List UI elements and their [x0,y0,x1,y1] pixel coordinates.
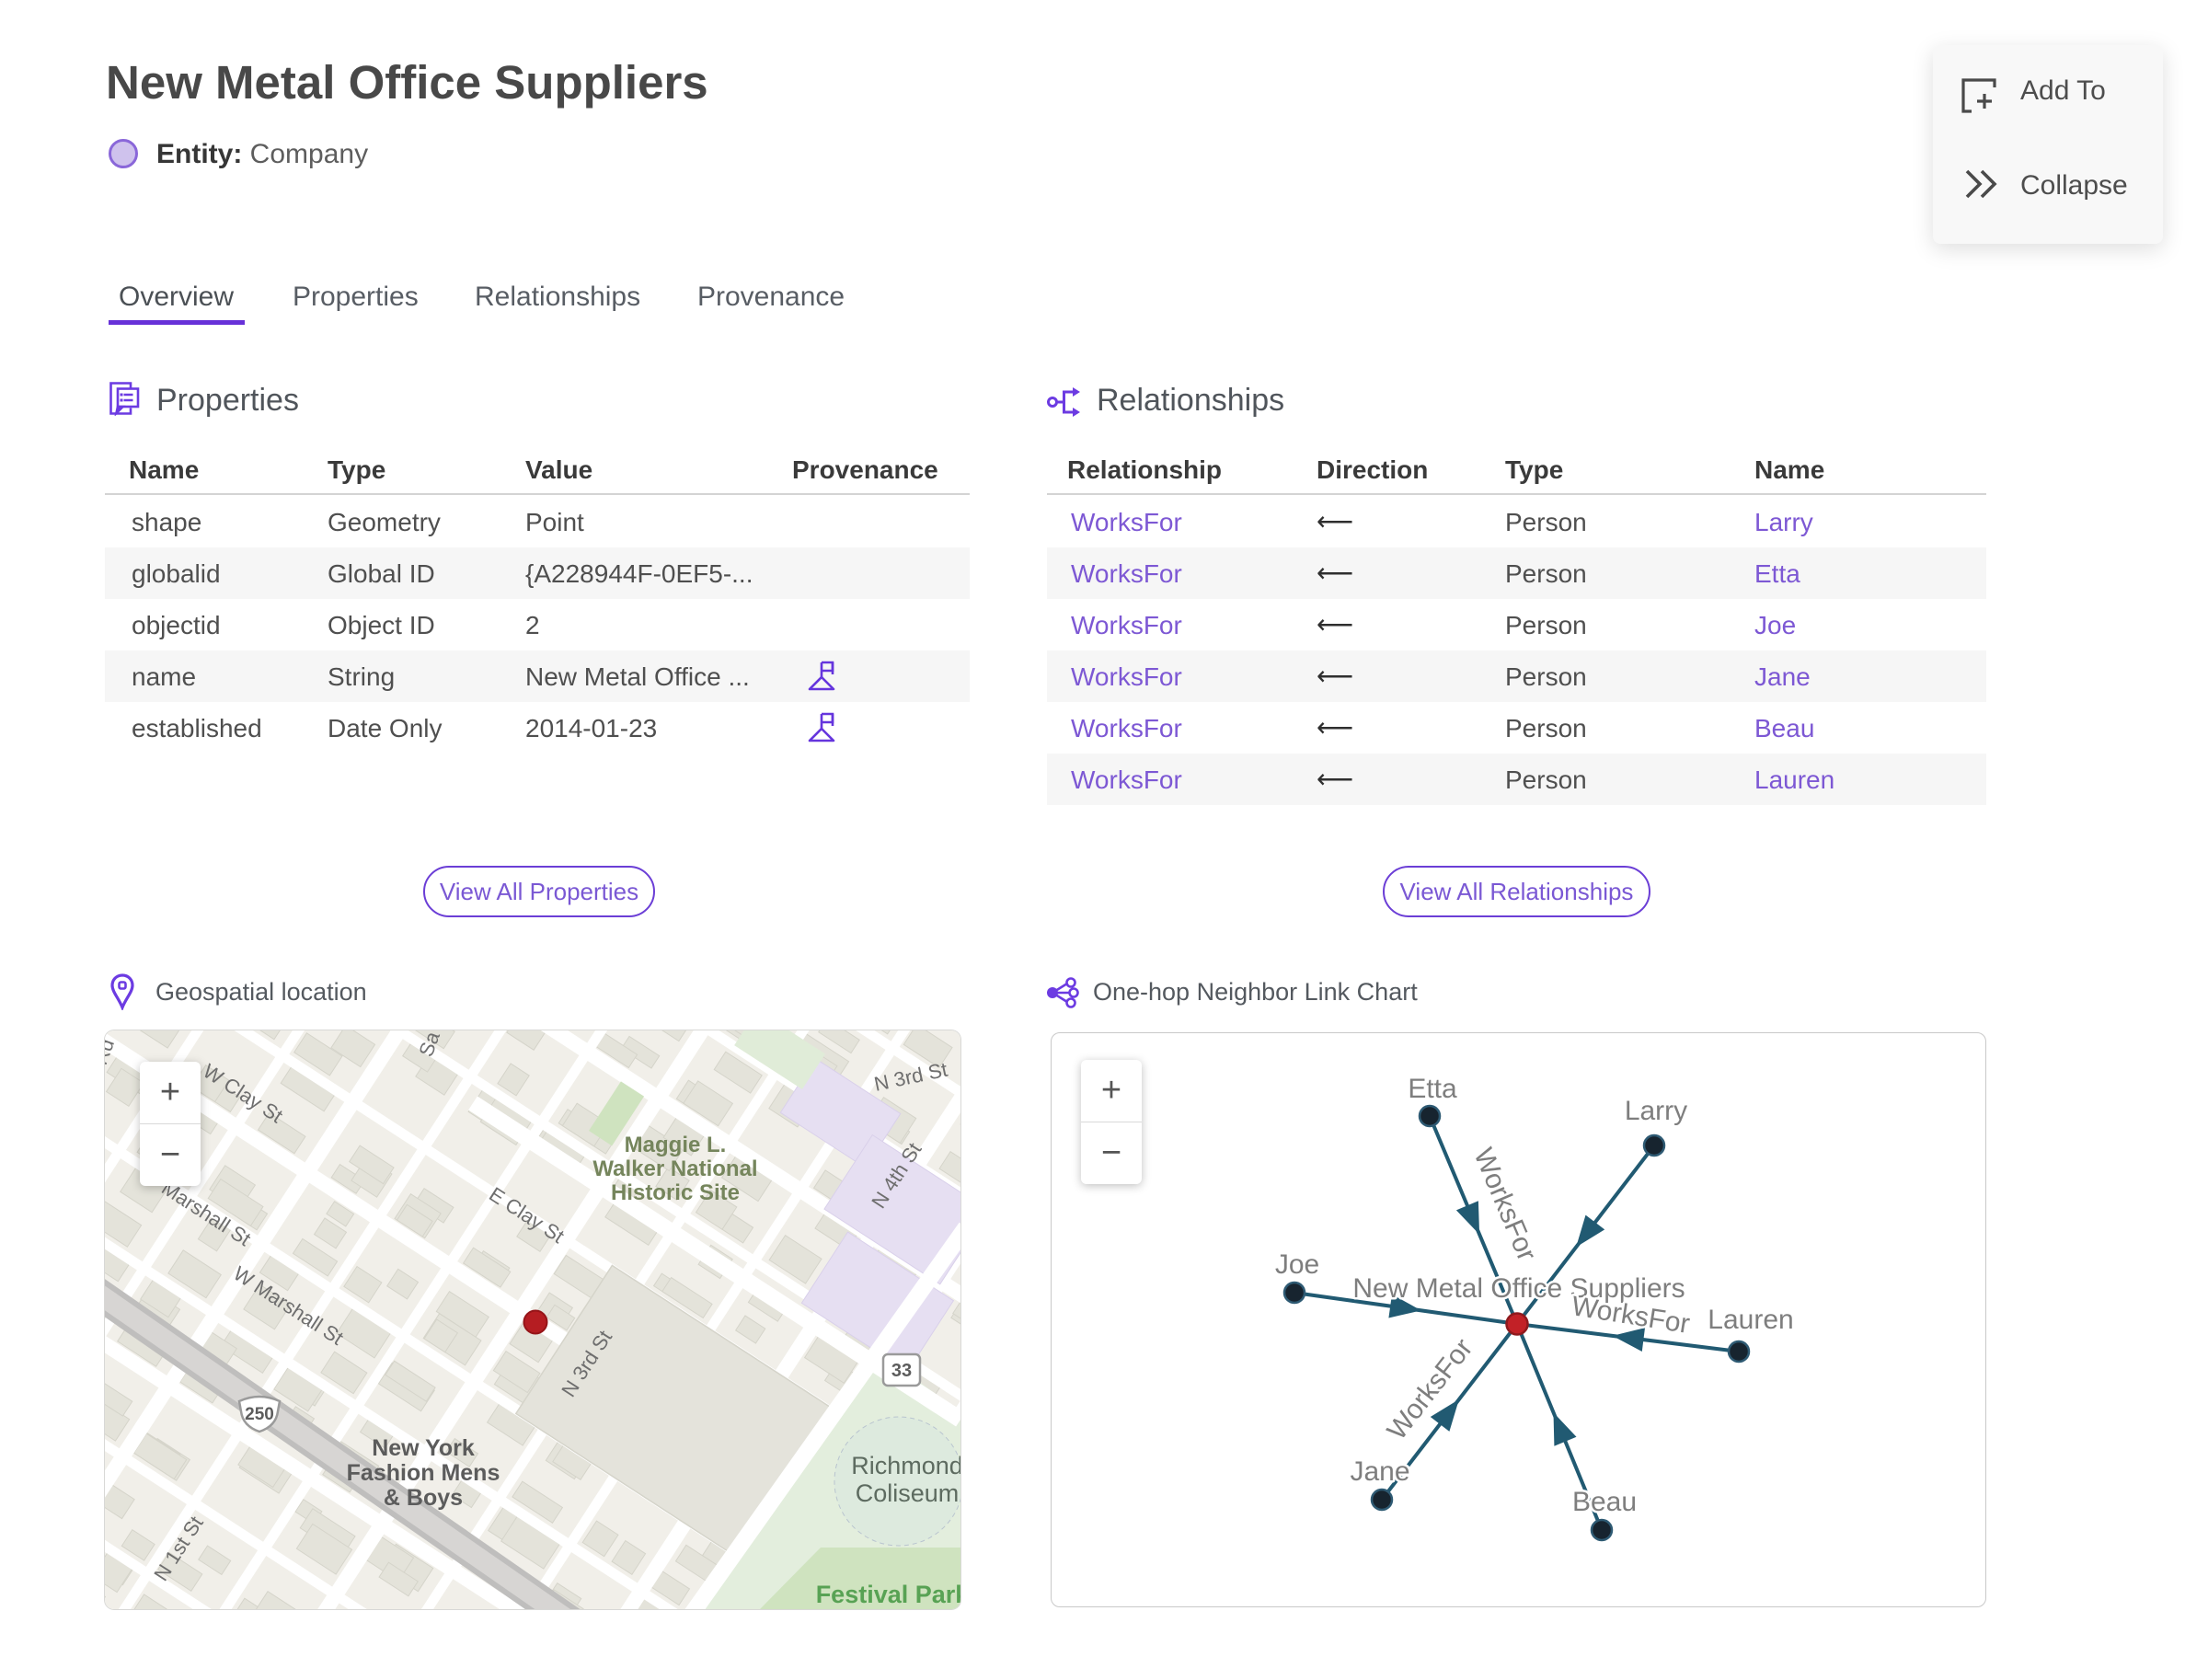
svg-text:Maggie L.: Maggie L. [625,1133,727,1157]
svg-text:Historic Site: Historic Site [611,1180,740,1205]
svg-text:New Metal Office Suppliers: New Metal Office Suppliers [1352,1273,1685,1304]
svg-text:Joe: Joe [1275,1249,1319,1280]
svg-text:Richmond: Richmond [851,1452,960,1479]
svg-text:WorksFor: WorksFor [1382,1333,1479,1445]
svg-text:Fashion Mens: Fashion Mens [347,1460,500,1486]
svg-text:Jane: Jane [1350,1456,1409,1487]
svg-text:Beau: Beau [1572,1487,1637,1517]
svg-text:Larry: Larry [1625,1096,1687,1126]
svg-text:Coliseum: Coliseum [856,1479,960,1507]
svg-text:& Boys: & Boys [384,1485,463,1511]
svg-text:WorksFor: WorksFor [1467,1144,1542,1265]
svg-text:Etta: Etta [1408,1074,1457,1104]
svg-text:Festival Park: Festival Park [816,1581,960,1608]
svg-text:New York: New York [372,1435,475,1461]
svg-text:Lauren: Lauren [1708,1305,1793,1335]
svg-text:Walker National: Walker National [592,1156,757,1181]
svg-text:33: 33 [891,1361,912,1381]
svg-text:250: 250 [245,1405,274,1424]
